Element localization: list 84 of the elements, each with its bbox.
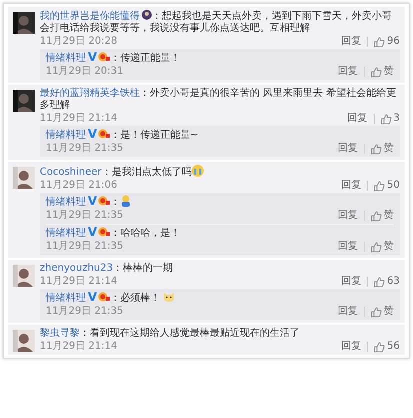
medal-icon	[98, 226, 110, 237]
thumbs-up-icon	[371, 210, 382, 222]
like-count: 赞	[384, 241, 394, 253]
like-count: 50	[387, 180, 400, 192]
comment-time: 11月29日 21:06	[40, 180, 118, 192]
comment-time: 11月29日 21:14	[40, 276, 118, 288]
reply-text: 情绪料理 V ：是！传递正能量~	[46, 128, 200, 142]
like-count: 赞	[384, 66, 394, 78]
reply-link[interactable]: 回复	[341, 180, 362, 192]
reply-text: 情绪料理 V ：	[46, 195, 394, 209]
thumbs-up-icon	[374, 276, 386, 288]
figure-emoji-icon	[120, 195, 132, 207]
medal-icon	[98, 195, 110, 206]
user-name[interactable]: 情绪料理	[46, 53, 86, 64]
reply-link[interactable]: 回复	[338, 143, 358, 155]
verified-label: V	[88, 194, 98, 208]
thumbs-up-icon	[371, 242, 382, 252]
reply-link[interactable]: 回复	[341, 36, 362, 48]
verified-label: V	[88, 290, 98, 304]
thumbs-up-icon	[380, 114, 392, 124]
thumbs-up-icon	[374, 342, 386, 352]
like-count: 96	[387, 36, 400, 48]
comment-time: 11月29日 21:14	[40, 113, 118, 125]
reply-text: 情绪料理 V ：传递正能量！	[46, 51, 182, 65]
crying-emoji-icon	[192, 165, 204, 177]
like-count: 56	[387, 341, 400, 353]
comment-time: 11月29日 21:14	[40, 341, 118, 353]
user-name[interactable]: 情绪料理	[46, 130, 86, 141]
reply-link[interactable]: 回复	[338, 241, 358, 253]
medal-icon	[98, 51, 110, 62]
like-count: 63	[387, 276, 400, 288]
comment-time: 11月29日 21:35	[46, 306, 124, 318]
reply-link[interactable]: 回复	[341, 276, 362, 288]
reply-link[interactable]: 回复	[348, 113, 368, 125]
thumbs-up-icon	[371, 66, 382, 78]
comment-text: 我的世界岂是你能懂得 ：想起我也是天天点外卖，遇到下雨下雪天，外卖小哥会打电话给我说要等等，我说没有事儿你点送达吧。互相理解	[40, 10, 393, 35]
comment-time: 11月29日 20:31	[46, 66, 124, 78]
reply-link[interactable]: 回复	[338, 210, 358, 222]
reply-link[interactable]: 回复	[338, 66, 358, 78]
user-name[interactable]: 情绪料理	[46, 293, 86, 304]
medal-icon	[98, 128, 110, 139]
reply-link[interactable]: 回复	[341, 341, 362, 353]
reply-text: 情绪料理 V ：必须棒！	[46, 291, 394, 305]
comment-text: Cocoshineer：是我泪点太低了吗	[40, 165, 400, 179]
verified-label: V	[88, 225, 98, 239]
like-count: 赞	[384, 143, 394, 155]
like-button[interactable]: 赞	[371, 210, 394, 222]
thumbs-up-icon	[371, 306, 382, 318]
comment-text: 最好的蓝翔精英李铁柱：外卖小哥是真的很辛苦的 风里来雨里去 希望社会能给更多理解	[40, 88, 398, 112]
like-count: 赞	[384, 210, 394, 222]
like-count: 赞	[384, 306, 394, 318]
thumbs-up-icon	[374, 36, 386, 48]
user-name[interactable]: Cocoshineer	[40, 167, 102, 178]
user-name[interactable]: zhenyouzhu23	[40, 263, 114, 274]
user-name[interactable]: 黎虫寻黎	[40, 328, 80, 339]
like-button[interactable]: 赞	[371, 241, 394, 253]
user-name[interactable]: 情绪料理	[46, 228, 86, 239]
verified-label: V	[88, 127, 98, 141]
like-button[interactable]: 96	[374, 36, 400, 48]
reply-link[interactable]: 回复	[338, 306, 358, 318]
user-name[interactable]: 最好的蓝翔精英李铁柱	[40, 88, 140, 99]
like-count: 3	[394, 113, 400, 125]
comment-time: 11月29日 21:35	[46, 241, 124, 253]
like-button[interactable]: 63	[374, 276, 400, 288]
avatar-badge-icon	[142, 10, 152, 20]
verified-label: V	[88, 50, 98, 64]
medal-icon	[98, 291, 110, 302]
thumbs-up-icon	[374, 180, 386, 192]
like-button[interactable]: 3	[380, 113, 400, 125]
comment-text: zhenyouzhu23：棒棒的一期	[40, 263, 174, 275]
comment-time: 11月29日 20:28	[40, 36, 118, 48]
user-name[interactable]: 情绪料理	[46, 197, 86, 208]
comment-time: 11月29日 21:35	[46, 210, 124, 222]
thumbs-up-icon	[371, 144, 382, 154]
like-button[interactable]: 56	[374, 341, 400, 353]
like-button[interactable]: 赞	[371, 306, 394, 318]
like-button[interactable]: 赞	[371, 66, 394, 78]
cat-emoji-icon	[163, 291, 176, 303]
like-button[interactable]: 50	[374, 180, 400, 192]
reply-text: 情绪料理 V ：哈哈哈，是！	[46, 226, 182, 240]
like-button[interactable]: 赞	[371, 143, 394, 155]
user-name[interactable]: 我的世界岂是你能懂得	[40, 11, 140, 22]
comment-time: 11月29日 21:35	[46, 143, 124, 155]
comment-text: 黎虫寻黎：看到现在这期给人感觉最棒最贴近现在的生活了	[40, 328, 301, 340]
